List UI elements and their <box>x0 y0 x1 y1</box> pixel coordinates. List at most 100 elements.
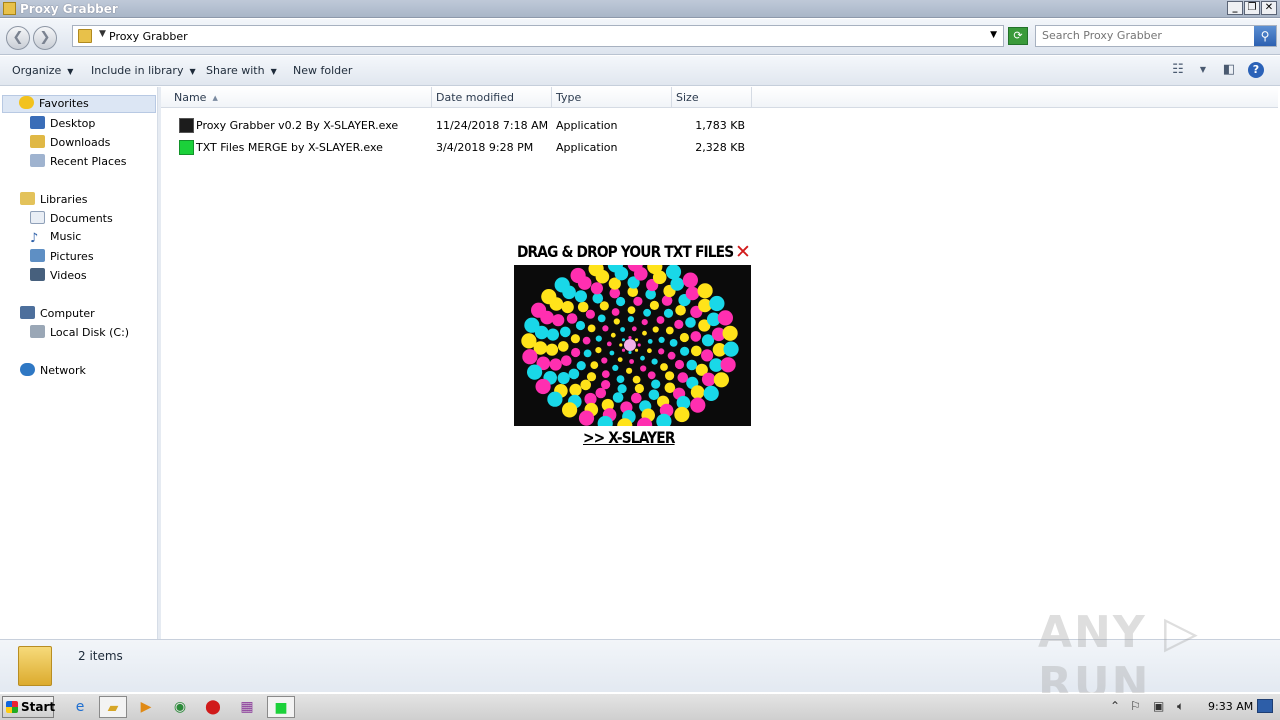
txt-merge-taskbar-icon[interactable]: ■ <box>267 696 295 718</box>
view-options-icon[interactable]: ☷ <box>1169 62 1187 78</box>
file-name: Proxy Grabber v0.2 By X-SLAYER.exe <box>196 119 399 132</box>
folder-icon <box>18 646 52 686</box>
nav-label: Recent Places <box>50 155 127 168</box>
organize-label: Organize <box>12 64 62 77</box>
network-tray-icon[interactable]: ▣ <box>1153 699 1164 713</box>
chevron-down-icon[interactable]: ▼ <box>99 29 106 39</box>
nav-item-documents[interactable]: Documents <box>30 211 113 229</box>
opera-icon[interactable]: ⬤ <box>199 696 227 718</box>
nav-item-downloads[interactable]: Downloads <box>30 135 110 153</box>
star-icon <box>19 96 34 109</box>
show-desktop-button[interactable] <box>1257 699 1273 713</box>
column-header-name[interactable]: Name ▲ <box>170 87 432 108</box>
recent-places-icon <box>30 154 45 167</box>
chevron-down-icon: ▼ <box>270 67 277 76</box>
chrome-icon[interactable]: ◉ <box>166 696 194 718</box>
column-header-type[interactable]: Type <box>552 87 672 108</box>
taskbar: Start e ▰ ▶ ◉ ⬤ ▦ ■ ⌃ ⚐ ▣ 🔈︎ 9:33 AM <box>0 693 1280 720</box>
explorer-taskbar-icon[interactable]: ▰ <box>99 696 127 718</box>
winrar-icon[interactable]: ▦ <box>233 696 261 718</box>
title-bar: Proxy Grabber _ ❐ ✕ <box>0 0 1280 18</box>
chevron-down-icon[interactable]: ▼ <box>1194 62 1212 78</box>
column-header-size[interactable]: Size <box>672 87 752 108</box>
internet-explorer-icon[interactable]: e <box>66 696 94 718</box>
file-date: 3/4/2018 9:28 PM <box>436 141 534 154</box>
address-box[interactable]: ▼ Proxy Grabber ▼ <box>72 25 1004 47</box>
search-icon[interactable]: ⚲ <box>1254 26 1276 46</box>
nav-label: Computer <box>40 307 95 320</box>
nav-label: Videos <box>50 269 87 282</box>
file-name: TXT Files MERGE by X-SLAYER.exe <box>196 141 383 154</box>
nav-item-favorites[interactable]: Favorites <box>2 95 156 113</box>
chevron-down-icon: ▼ <box>67 67 74 76</box>
include-in-library-label: Include in library <box>91 64 184 77</box>
search-box[interactable]: ⚲ <box>1035 25 1277 47</box>
file-type: Application <box>556 141 618 154</box>
forward-button[interactable]: ❯ <box>33 26 57 50</box>
column-header-date[interactable]: Date modified <box>432 87 552 108</box>
file-row[interactable]: Proxy Grabber v0.2 By X-SLAYER.exe 11/24… <box>161 115 761 137</box>
maximize-button[interactable]: ❐ <box>1244 1 1260 15</box>
address-bar: ❮ ❯ ▼ Proxy Grabber ▼ ⟳ ⚲ <box>0 19 1280 55</box>
nav-item-music[interactable]: ♪ Music <box>30 230 81 248</box>
command-bar: Organize ▼ Include in library ▼ Share with… <box>0 56 1280 86</box>
nav-item-computer[interactable]: Computer <box>20 306 95 324</box>
clock[interactable]: 9:33 AM <box>1208 700 1253 713</box>
back-button[interactable]: ❮ <box>6 26 30 50</box>
share-with-menu[interactable]: Share with ▼ <box>206 64 277 77</box>
navigation-pane: Favorites Desktop Downloads Recent Place… <box>0 87 158 639</box>
nav-label: Pictures <box>50 250 94 263</box>
start-button[interactable]: Start <box>2 696 56 718</box>
libraries-icon <box>20 192 35 205</box>
file-row[interactable]: TXT Files MERGE by X-SLAYER.exe 3/4/2018… <box>161 137 761 159</box>
nav-label: Downloads <box>50 136 111 149</box>
spiral-graphic <box>514 265 751 426</box>
share-with-label: Share with <box>206 64 265 77</box>
new-folder-button[interactable]: New folder <box>293 64 352 77</box>
organize-menu[interactable]: Organize ▼ <box>12 64 73 77</box>
folder-icon <box>78 29 92 43</box>
nav-item-libraries[interactable]: Libraries <box>20 192 88 210</box>
dark-app-icon <box>179 118 194 133</box>
x-slayer-link[interactable]: >> X-SLAYER <box>583 428 675 447</box>
nav-label: Desktop <box>50 117 96 130</box>
nav-item-pictures[interactable]: Pictures <box>30 249 94 267</box>
file-size: 2,328 KB <box>695 141 745 154</box>
refresh-icon[interactable]: ⟳ <box>1008 27 1028 45</box>
spiral-image <box>514 265 751 426</box>
media-player-icon[interactable]: ▶ <box>132 696 160 718</box>
computer-icon <box>20 306 35 319</box>
nav-item-network[interactable]: Network <box>20 363 86 381</box>
nav-item-recent-places[interactable]: Recent Places <box>30 154 127 172</box>
nav-item-desktop[interactable]: Desktop <box>30 116 95 134</box>
close-button[interactable]: ✕ <box>1261 1 1277 15</box>
green-gamepad-icon <box>179 140 194 155</box>
action-center-flag-icon[interactable]: ⚐ <box>1130 699 1141 713</box>
nav-label: Libraries <box>40 193 88 206</box>
sort-ascending-icon: ▲ <box>212 94 218 102</box>
search-input[interactable] <box>1042 29 1242 42</box>
volume-icon[interactable]: 🔈︎ <box>1177 699 1184 714</box>
nav-item-local-disk[interactable]: Local Disk (C:) <box>30 325 129 343</box>
show-hidden-icons-icon[interactable]: ⌃ <box>1110 699 1120 713</box>
file-size: 1,783 KB <box>695 119 745 132</box>
start-label: Start <box>21 700 56 714</box>
documents-icon <box>30 211 45 224</box>
column-label: Name <box>174 91 207 104</box>
videos-icon <box>30 268 45 281</box>
address-dropdown-icon[interactable]: ▼ <box>990 30 997 40</box>
minimize-button[interactable]: _ <box>1227 1 1243 15</box>
desktop-icon <box>30 116 45 129</box>
preview-pane-icon[interactable]: ◧ <box>1220 62 1238 78</box>
windows-logo-icon <box>6 701 18 713</box>
chevron-down-icon: ▼ <box>189 67 196 76</box>
drag-drop-popup[interactable]: DRAG & DROP YOUR TXT FILES ✕ >> X-SLAYER <box>514 242 751 448</box>
popup-close-icon[interactable]: ✕ <box>735 243 751 262</box>
folder-icon <box>3 2 16 15</box>
hard-drive-icon <box>30 325 45 338</box>
address-path[interactable]: Proxy Grabber <box>109 30 188 43</box>
include-in-library-menu[interactable]: Include in library ▼ <box>91 64 196 77</box>
nav-label: Documents <box>50 212 113 225</box>
help-icon[interactable]: ? <box>1248 62 1264 78</box>
nav-item-videos[interactable]: Videos <box>30 268 87 286</box>
